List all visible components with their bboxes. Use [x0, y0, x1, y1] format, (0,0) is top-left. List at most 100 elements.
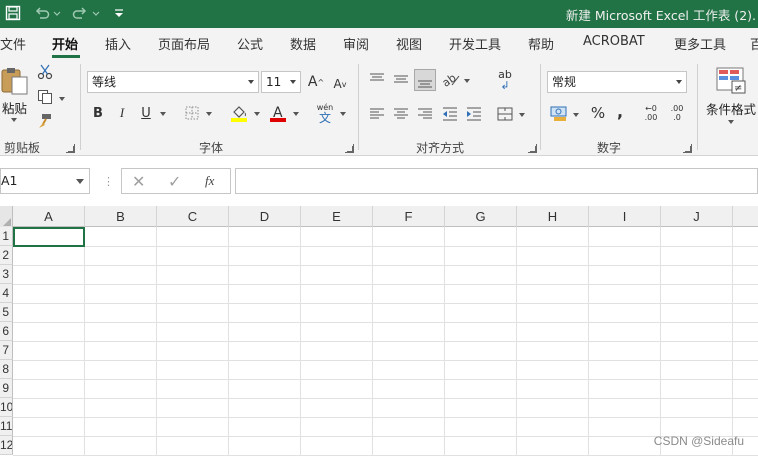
comma-style-button[interactable]: ,	[614, 102, 626, 121]
row-header[interactable]: 8	[0, 360, 13, 379]
redo-icon[interactable]	[72, 5, 90, 23]
number-format-dropdown[interactable]: 常规	[547, 71, 687, 93]
font-color-dropdown-icon[interactable]	[293, 112, 299, 116]
column-header[interactable]: D	[229, 206, 301, 227]
phonetic-guide-button[interactable]: wén 文	[314, 101, 336, 125]
font-dialog-launcher[interactable]	[345, 144, 354, 153]
undo-dropdown-icon[interactable]	[53, 5, 61, 23]
tab-acrobat[interactable]: ACROBAT	[583, 34, 645, 49]
align-left-icon[interactable]	[368, 105, 386, 123]
wrap-text-button[interactable]: ab ↲	[496, 68, 514, 92]
copy-icon[interactable]	[37, 89, 53, 105]
merge-center-icon[interactable]	[496, 105, 514, 123]
tab-overflow[interactable]: 百	[750, 34, 758, 53]
italic-button[interactable]: I	[114, 104, 130, 122]
decrease-indent-icon[interactable]	[441, 105, 459, 123]
worksheet-grid[interactable]: A B C D E F G H I J 1 2 3 4 5 6 7 8 9 10…	[0, 206, 758, 456]
merge-dropdown-icon[interactable]	[519, 113, 525, 117]
cancel-icon[interactable]: ✕	[132, 172, 145, 191]
tab-view[interactable]: 视图	[396, 34, 422, 53]
row-header[interactable]: 11	[0, 417, 13, 436]
column-header[interactable]: A	[13, 206, 85, 227]
increase-font-size-button[interactable]: A ^	[307, 72, 325, 92]
orientation-dropdown-icon[interactable]	[464, 79, 470, 83]
alignment-dialog-launcher[interactable]	[528, 144, 537, 153]
paste-dropdown-icon[interactable]	[11, 118, 17, 122]
row-header[interactable]: 3	[0, 265, 13, 284]
column-header[interactable]: C	[157, 206, 229, 227]
top-align-icon[interactable]	[368, 70, 386, 88]
middle-align-icon[interactable]	[392, 70, 410, 88]
column-header[interactable]: J	[661, 206, 733, 227]
borders-icon[interactable]	[184, 105, 200, 121]
tab-file[interactable]: 文件	[0, 34, 26, 53]
name-box[interactable]: A1	[0, 168, 90, 194]
row-header[interactable]: 9	[0, 379, 13, 398]
phonetic-dropdown-icon[interactable]	[340, 112, 346, 116]
fill-color-dropdown-icon[interactable]	[254, 112, 260, 116]
column-header[interactable]: H	[517, 206, 589, 227]
column-header[interactable]: F	[373, 206, 445, 227]
number-dialog-launcher[interactable]	[683, 144, 692, 153]
tab-more-tools[interactable]: 更多工具	[674, 34, 726, 53]
column-header[interactable]: B	[85, 206, 157, 227]
row-header[interactable]: 12	[0, 436, 13, 455]
tab-data[interactable]: 数据	[290, 34, 316, 53]
underline-dropdown-icon[interactable]	[160, 112, 166, 116]
enter-icon[interactable]: ✓	[168, 172, 181, 191]
row-header[interactable]: 4	[0, 284, 13, 303]
conditional-formatting-label[interactable]: 条件格式	[706, 99, 756, 118]
row-header[interactable]: 1	[0, 227, 13, 246]
tab-developer[interactable]: 开发工具	[449, 34, 501, 53]
align-center-icon[interactable]	[392, 105, 410, 123]
font-color-icon[interactable]: A	[268, 103, 288, 123]
accounting-format-icon[interactable]	[549, 103, 569, 123]
accounting-dropdown-icon[interactable]	[573, 113, 579, 117]
row-header[interactable]: 7	[0, 341, 13, 360]
underline-button[interactable]: U	[138, 104, 154, 122]
tab-review[interactable]: 审阅	[343, 34, 369, 53]
cut-icon[interactable]	[37, 64, 53, 80]
clipboard-dialog-launcher[interactable]	[66, 144, 75, 153]
paste-label[interactable]: 粘贴	[2, 98, 27, 117]
increase-decimal-button[interactable]: ←0 .00	[640, 103, 662, 123]
tab-home[interactable]: 开始	[52, 34, 78, 53]
tab-help[interactable]: 帮助	[528, 34, 554, 53]
paste-icon[interactable]	[0, 66, 30, 96]
save-icon[interactable]	[5, 5, 23, 23]
borders-dropdown-icon[interactable]	[206, 112, 212, 116]
row-header[interactable]: 2	[0, 246, 13, 265]
customize-quick-access-icon[interactable]	[113, 5, 125, 23]
tab-formulas[interactable]: 公式	[237, 34, 263, 53]
row-header[interactable]: 10	[0, 398, 13, 417]
formula-bar-resize-handle[interactable]: ⋮	[103, 175, 114, 188]
row-header[interactable]: 5	[0, 303, 13, 322]
bold-button[interactable]: B	[90, 104, 106, 122]
bottom-align-icon[interactable]	[414, 69, 436, 91]
redo-dropdown-icon[interactable]	[92, 5, 100, 23]
align-right-icon[interactable]	[416, 105, 434, 123]
percent-style-button[interactable]: %	[589, 104, 607, 122]
font-size-dropdown[interactable]: 11	[261, 71, 301, 93]
column-header[interactable]: I	[589, 206, 661, 227]
fill-color-icon[interactable]	[229, 103, 249, 123]
formula-input[interactable]	[235, 168, 758, 194]
copy-dropdown-icon[interactable]	[59, 97, 65, 101]
increase-indent-icon[interactable]	[465, 105, 483, 123]
format-painter-icon[interactable]	[37, 113, 53, 129]
select-all-button[interactable]	[0, 206, 13, 227]
tab-page-layout[interactable]: 页面布局	[158, 34, 210, 53]
selected-cell-a1[interactable]	[13, 227, 85, 247]
font-name-dropdown[interactable]: 等线	[87, 71, 259, 93]
conditional-formatting-icon[interactable]: ≠	[715, 66, 747, 96]
decrease-font-size-button[interactable]: Av	[331, 74, 349, 94]
column-header[interactable]: G	[445, 206, 517, 227]
row-header[interactable]: 6	[0, 322, 13, 341]
orientation-icon[interactable]: ab	[441, 70, 461, 88]
insert-function-icon[interactable]: fx	[205, 173, 214, 189]
undo-icon[interactable]	[34, 5, 52, 23]
tab-insert[interactable]: 插入	[105, 34, 131, 53]
decrease-decimal-button[interactable]: .00 .0	[666, 103, 688, 123]
conditional-formatting-dropdown-icon[interactable]	[728, 120, 734, 124]
column-header[interactable]: E	[301, 206, 373, 227]
